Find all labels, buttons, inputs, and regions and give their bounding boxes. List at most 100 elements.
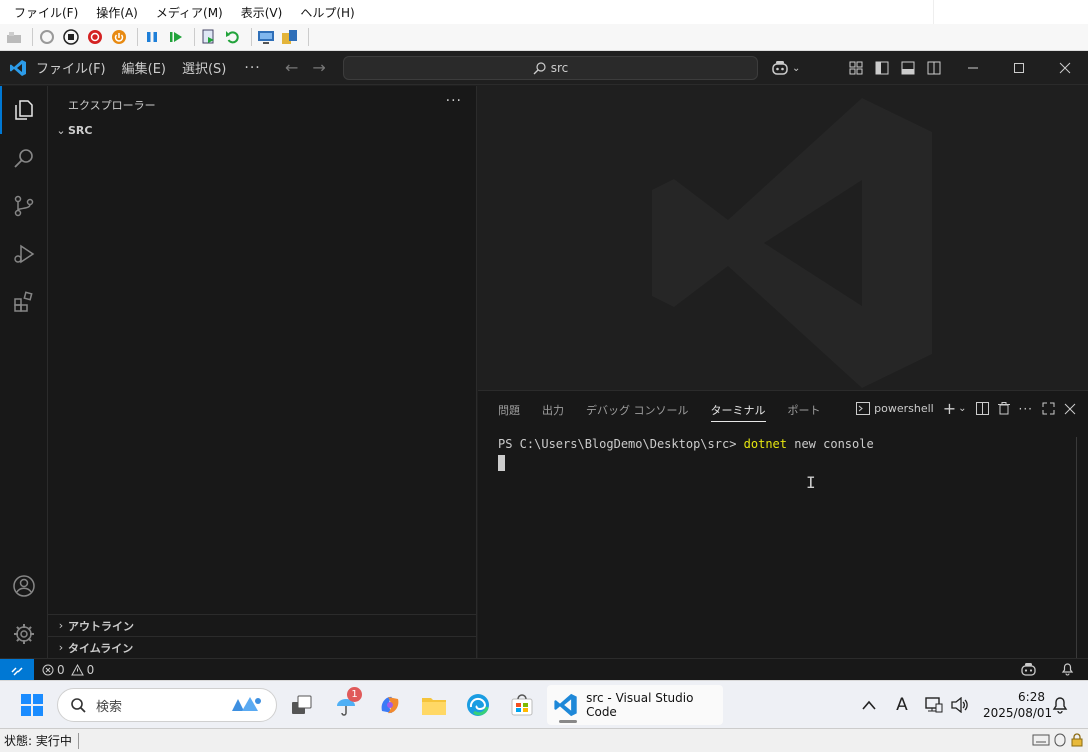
accounts-icon[interactable]: [0, 562, 48, 610]
resume-icon[interactable]: [166, 27, 186, 47]
copilot-app-icon[interactable]: [372, 687, 408, 723]
volume-icon[interactable]: [946, 687, 974, 723]
windows-start-icon[interactable]: [14, 687, 50, 723]
folder-label: SRC: [68, 124, 93, 137]
warning-icon: [70, 663, 84, 675]
copilot-status-icon[interactable]: [1021, 662, 1036, 679]
trash-icon[interactable]: [997, 402, 1010, 415]
vm-toolbar: [0, 24, 1088, 51]
run-debug-icon[interactable]: [0, 230, 48, 278]
editor-area[interactable]: [478, 86, 1088, 390]
bell-icon[interactable]: [1061, 662, 1074, 679]
toolbar-separator: [308, 28, 309, 46]
taskbar-clock[interactable]: 6:28 2025/08/01: [983, 689, 1053, 721]
window-controls: [950, 51, 1088, 85]
tab-terminal[interactable]: ターミナル: [710, 402, 766, 422]
minimize-icon[interactable]: [950, 51, 996, 85]
edge-browser-icon[interactable]: [460, 687, 496, 723]
tab-ports[interactable]: ポート: [788, 402, 821, 422]
toggle-primary-sidebar-icon[interactable]: [875, 61, 889, 75]
network-icon[interactable]: [920, 687, 948, 723]
start-icon[interactable]: [37, 27, 57, 47]
terminal-prompt: PS C:\Users\BlogDemo\Desktop\src>: [498, 437, 744, 451]
panel-actions: powershell + ⌄ ···: [856, 399, 1076, 418]
customize-layout-icon[interactable]: [849, 61, 863, 75]
explorer-icon[interactable]: [0, 86, 48, 134]
terminal-scrollbar[interactable]: [1076, 437, 1088, 659]
microsoft-store-icon[interactable]: [504, 687, 540, 723]
copilot-icon: [772, 61, 788, 75]
command-center-search[interactable]: src: [343, 56, 758, 80]
forward-arrow-icon[interactable]: →: [312, 58, 325, 77]
error-icon: [42, 664, 54, 675]
terminal-shell-selector[interactable]: powershell: [856, 402, 934, 415]
vscode-watermark-icon: [652, 98, 932, 388]
tab-debug-console[interactable]: デバッグ コンソール: [586, 402, 689, 422]
section-timeline-label: タイムライン: [68, 641, 134, 655]
panel-more-icon[interactable]: ···: [1019, 402, 1033, 416]
close-icon[interactable]: [1042, 51, 1088, 85]
layout-controls: [849, 51, 941, 85]
terminal-output[interactable]: PS C:\Users\BlogDemo\Desktop\src> dotnet…: [498, 437, 874, 451]
clock-date: 2025/08/01: [983, 706, 1053, 720]
share-icon[interactable]: [280, 27, 300, 47]
search-icon: [533, 61, 546, 74]
activity-bar: [0, 86, 48, 658]
copilot-button[interactable]: ⌄: [771, 51, 800, 85]
file-explorer-icon[interactable]: [416, 687, 452, 723]
tab-problems[interactable]: 問題: [498, 402, 520, 422]
menu-edit[interactable]: 編集(E): [122, 58, 166, 77]
ctrl-alt-del-icon[interactable]: [4, 27, 24, 47]
weather-widget-icon[interactable]: 1: [328, 687, 364, 723]
problems-status[interactable]: 0 0: [42, 663, 94, 677]
remote-indicator-icon[interactable]: [0, 658, 34, 681]
chevron-down-icon[interactable]: ⌄: [958, 403, 966, 414]
revert-icon[interactable]: [223, 27, 243, 47]
source-control-icon[interactable]: [0, 182, 48, 230]
toggle-secondary-sidebar-icon[interactable]: [927, 61, 941, 75]
vm-menu-media[interactable]: メディア(M): [156, 4, 223, 21]
menu-file[interactable]: ファイル(F): [36, 58, 106, 77]
taskbar-search-box[interactable]: 検索: [57, 688, 277, 722]
vm-menu-view[interactable]: 表示(V): [241, 4, 283, 21]
taskbar-app-vscode[interactable]: src - Visual Studio Code: [547, 685, 723, 725]
vm-status-icons: [1032, 733, 1084, 747]
task-view-icon[interactable]: [284, 687, 320, 723]
clock-time: 6:28: [1018, 690, 1045, 704]
sidebar-more-button[interactable]: ···: [446, 93, 462, 109]
vm-menu-file[interactable]: ファイル(F): [14, 4, 78, 21]
close-panel-icon[interactable]: [1064, 403, 1076, 415]
maximize-icon[interactable]: [996, 51, 1042, 85]
vm-menu-action[interactable]: 操作(A): [96, 4, 138, 21]
vm-menu-help[interactable]: ヘルプ(H): [300, 4, 354, 21]
section-outline[interactable]: › アウトライン: [48, 614, 477, 636]
keyboard-icon: [1032, 734, 1050, 746]
enhanced-session-icon[interactable]: [256, 27, 276, 47]
maximize-panel-icon[interactable]: [1042, 402, 1055, 415]
section-timeline[interactable]: › タイムライン: [48, 636, 477, 658]
menu-selection[interactable]: 選択(S): [182, 58, 226, 77]
tab-output[interactable]: 出力: [542, 402, 564, 422]
turn-off-icon[interactable]: [61, 27, 81, 47]
toggle-panel-icon[interactable]: [901, 61, 915, 75]
shutdown-icon[interactable]: [85, 27, 105, 47]
folder-src[interactable]: ⌄ SRC: [54, 124, 92, 137]
back-arrow-icon[interactable]: ←: [285, 58, 298, 77]
lock-icon: [1071, 733, 1083, 747]
section-outline-label: アウトライン: [68, 619, 134, 633]
split-terminal-icon[interactable]: [975, 402, 989, 415]
gear-icon[interactable]: [0, 610, 48, 658]
sidebar-title: エクスプローラー: [68, 99, 156, 112]
extensions-icon[interactable]: [0, 278, 48, 326]
show-hidden-icons-chevron-up-icon[interactable]: [852, 687, 886, 723]
checkpoint-icon[interactable]: [199, 27, 219, 47]
ime-indicator[interactable]: A: [886, 687, 918, 723]
toolbar-separator: [251, 28, 252, 46]
notification-bell-icon[interactable]: [1046, 687, 1074, 723]
terminal-shell-name: powershell: [874, 402, 934, 415]
pause-icon[interactable]: [142, 27, 162, 47]
search-icon[interactable]: [0, 134, 48, 182]
save-state-icon[interactable]: [109, 27, 129, 47]
new-terminal-plus-icon[interactable]: +: [943, 399, 956, 418]
menu-more-button[interactable]: ···: [244, 60, 260, 76]
